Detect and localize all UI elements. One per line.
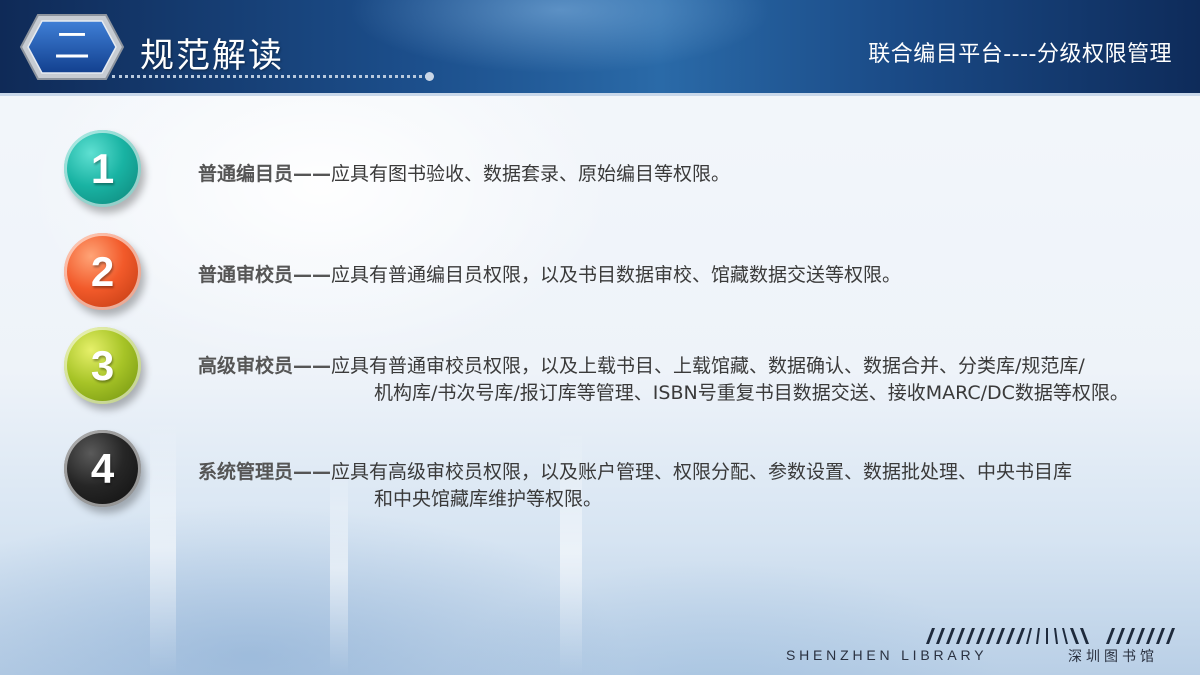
role-dash: —— bbox=[293, 163, 332, 185]
number-circle-1: 1 bbox=[64, 130, 141, 207]
shenzhen-library-logo: SHENZHEN LIBRARY 深圳图书馆 bbox=[786, 628, 1186, 668]
dotted-underline-end bbox=[425, 72, 434, 81]
number-3: 3 bbox=[90, 342, 115, 389]
role-dash: —— bbox=[293, 264, 332, 286]
permission-line-1: 应具有高级审校员权限，以及账户管理、权限分配、参数设置、数据批处理、中央书目库 bbox=[331, 461, 1073, 483]
logo-stripes-icon bbox=[926, 628, 1175, 644]
role-name: 普通编目员 bbox=[198, 163, 294, 185]
permission-text-1: 普通编目员——应具有图书验收、数据套录、原始编目等权限。 bbox=[198, 159, 730, 186]
section-title: 规范解读 bbox=[140, 36, 284, 76]
role-name: 系统管理员 bbox=[198, 461, 294, 483]
role-name: 高级审校员 bbox=[198, 355, 294, 377]
role-dash: —— bbox=[293, 355, 332, 377]
permission-text-2: 普通审校员——应具有普通编目员权限，以及书目数据审校、馆藏数据交送等权限。 bbox=[198, 260, 901, 287]
permission-line-2: 机构库/书次号库/报订库等管理、ISBN号重复书目数据交送、接收MARC/DC数… bbox=[374, 382, 1129, 404]
number-2: 2 bbox=[90, 248, 115, 295]
permission-line-2: 和中央馆藏库维护等权限。 bbox=[374, 488, 603, 510]
number-circle-3: 3 bbox=[64, 327, 141, 404]
section-number-badge: 二 bbox=[18, 12, 126, 82]
platform-title: 联合编目平台----分级权限管理 bbox=[868, 42, 1172, 67]
logo-english-text: SHENZHEN LIBRARY bbox=[786, 647, 988, 663]
number-circle-4: 4 bbox=[64, 430, 141, 507]
role-dash: —— bbox=[293, 461, 332, 483]
permission-line-1: 应具有普通编目员权限，以及书目数据审校、馆藏数据交送等权限。 bbox=[331, 264, 902, 286]
dotted-underline bbox=[112, 75, 428, 78]
logo-chinese-text: 深圳图书馆 bbox=[1068, 649, 1158, 665]
permission-text-4: 系统管理员——应具有高级审校员权限，以及账户管理、权限分配、参数设置、数据批处理… bbox=[198, 457, 1072, 484]
background-streak bbox=[150, 420, 176, 675]
role-name: 普通审校员 bbox=[198, 264, 294, 286]
permission-line-1: 应具有图书验收、数据套录、原始编目等权限。 bbox=[331, 163, 731, 185]
number-1: 1 bbox=[90, 145, 115, 192]
number-4: 4 bbox=[90, 445, 115, 492]
permission-text-3: 高级审校员——应具有普通审校员权限，以及上载书目、上载馆藏、数据确认、数据合并、… bbox=[198, 351, 1085, 378]
title-bar: 二 规范解读 联合编目平台----分级权限管理 bbox=[0, 0, 1200, 96]
permission-line-1: 应具有普通审校员权限，以及上载书目、上载馆藏、数据确认、数据合并、分类库/规范库… bbox=[331, 355, 1085, 377]
background-streak bbox=[330, 460, 348, 675]
number-circle-2: 2 bbox=[64, 233, 141, 310]
section-number: 二 bbox=[53, 26, 90, 67]
